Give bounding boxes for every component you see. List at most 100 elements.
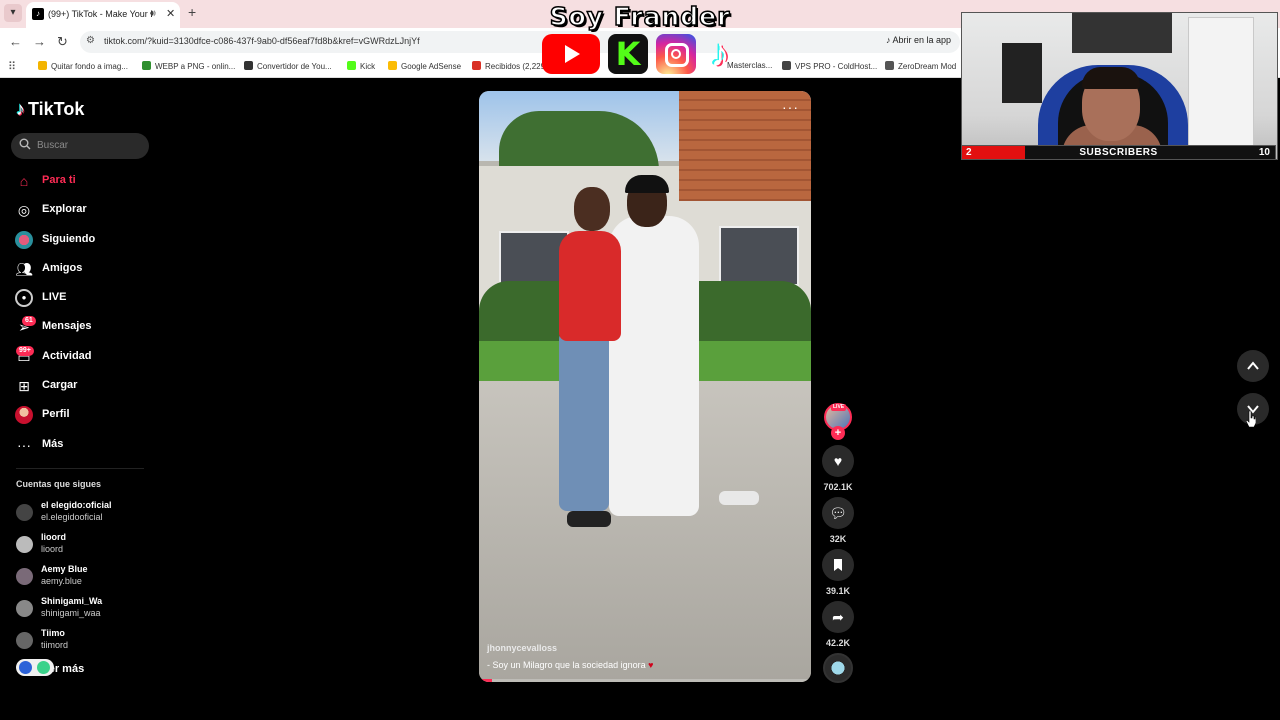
- followed-account[interactable]: Tiimo tiimord: [16, 628, 156, 654]
- followed-account[interactable]: el elegido:oficial el.elegidooficial: [16, 500, 156, 526]
- bookmark-item[interactable]: WEBP a PNG - onlin...: [142, 61, 235, 71]
- webcam-shelf: [1002, 43, 1042, 103]
- comment-icon[interactable]: 💬︎: [822, 497, 854, 529]
- comment-count: 32K: [829, 534, 847, 544]
- share-icon[interactable]: ➦: [822, 601, 854, 633]
- tab-close-icon[interactable]: ✕: [166, 7, 175, 20]
- nav-label: Mensajes: [42, 320, 92, 332]
- bookmark-label: Quitar fondo a imag...: [51, 62, 128, 71]
- friends-icon: 👥︎: [15, 261, 33, 277]
- webcam-shelf: [1072, 13, 1172, 53]
- bookmark-icon[interactable]: [822, 549, 854, 581]
- bookmark-item[interactable]: VPS PRO - ColdHost...: [782, 61, 877, 71]
- apps-grid-icon[interactable]: ⠿: [8, 60, 16, 73]
- nav-item-explorar[interactable]: ◎ Explorar: [14, 199, 154, 221]
- followed-account[interactable]: lioord lioord: [16, 532, 156, 558]
- browser-tab-tiktok[interactable]: ♪ (99+) TikTok - Make Your Day 🔊︎ ✕: [26, 2, 180, 28]
- video-caption: - Soy un Milagro que la sociedad ignora …: [487, 660, 653, 670]
- nav-item-mas[interactable]: ··· Más: [14, 434, 154, 456]
- more-options-icon[interactable]: ···: [782, 99, 799, 115]
- url-text: tiktok.com/?kuid=3130dfce-c086-437f-9ab0…: [104, 36, 420, 46]
- follow-plus-button[interactable]: +: [831, 426, 845, 440]
- extension-pill-icon[interactable]: [16, 659, 54, 676]
- video-author[interactable]: jhonnycevalloss: [487, 643, 557, 653]
- see-more-link[interactable]: Ver más: [16, 659, 116, 677]
- new-tab-button[interactable]: +: [188, 4, 196, 20]
- open-in-app-button[interactable]: ♪ Abrir en la app: [886, 35, 951, 45]
- video-window: [719, 226, 799, 286]
- account-handle: shinigami_waa: [41, 608, 101, 618]
- live-icon: ●: [15, 289, 33, 307]
- nav-label: Amigos: [42, 262, 83, 274]
- subscriber-goal-label: SUBSCRIBERS: [1079, 147, 1158, 158]
- avatar: [16, 632, 33, 649]
- bookmark-item[interactable]: ZeroDream Mod: [885, 61, 956, 71]
- account-name: Tiimo: [41, 628, 65, 638]
- nav-label: Perfil: [42, 408, 70, 420]
- tiktok-favicon-icon: ♪: [32, 8, 44, 20]
- bookmark-label: Convertidor de You...: [257, 62, 332, 71]
- video-caption-text: - Soy un Milagro que la sociedad ignora: [487, 660, 646, 670]
- nav-label: Explorar: [42, 203, 87, 215]
- reload-icon[interactable]: ↻: [57, 34, 68, 50]
- heart-icon[interactable]: ♥: [822, 445, 854, 477]
- nav-label: Para ti: [42, 174, 76, 186]
- tiktok-logo-text: TikTok: [28, 99, 85, 119]
- video-cap: [625, 175, 669, 193]
- video-person-head: [574, 187, 610, 231]
- bookmark-favicon-icon: [885, 61, 894, 70]
- nav-item-perfil[interactable]: Perfil: [14, 404, 154, 426]
- account-handle: aemy.blue: [41, 576, 82, 586]
- account-handle: lioord: [41, 544, 64, 554]
- nav-item-live[interactable]: ● LIVE: [14, 287, 154, 309]
- account-handle: tiimord: [41, 640, 69, 650]
- heart-emoji-icon: ♥: [648, 660, 654, 670]
- tiktok-logo[interactable]: ♪ TikTok: [16, 99, 84, 120]
- webcam-door: [1188, 17, 1254, 147]
- forward-icon[interactable]: →: [33, 34, 46, 49]
- tab-search-button[interactable]: ▾: [4, 4, 22, 22]
- profile-icon: [15, 406, 33, 424]
- nav-label: Cargar: [42, 379, 78, 391]
- bookmark-favicon-icon: [38, 61, 47, 70]
- back-icon[interactable]: ←: [9, 34, 22, 49]
- url-input[interactable]: ⚙ tiktok.com/?kuid=3130dfce-c086-437f-9a…: [80, 31, 960, 53]
- followed-account[interactable]: Aemy Blue aemy.blue: [16, 564, 156, 590]
- nav-item-actividad[interactable]: ▭ 99+ Actividad: [14, 346, 154, 368]
- nav-item-mensajes[interactable]: ➢ 61 Mensajes: [14, 316, 154, 338]
- avatar: [16, 504, 33, 521]
- account-name: Aemy Blue: [41, 564, 88, 574]
- account-name: lioord: [41, 532, 66, 542]
- upload-icon: ⊞: [18, 378, 30, 394]
- bookmark-favicon-icon: [244, 61, 253, 70]
- tiktok-note-icon: ♪: [16, 99, 25, 119]
- bookmark-item[interactable]: Quitar fondo a imag...: [38, 61, 128, 71]
- bookmark-item[interactable]: Recibidos (2,229): [472, 61, 548, 71]
- bookmark-item[interactable]: Kick: [347, 61, 375, 71]
- bookmark-item[interactable]: Convertidor de You...: [244, 61, 332, 71]
- nav-label: Siguiendo: [42, 233, 96, 245]
- previous-video-button[interactable]: [1237, 350, 1269, 382]
- home-icon: ⌂: [19, 173, 29, 189]
- site-info-icon[interactable]: ⚙: [86, 35, 95, 46]
- chevron-up-icon: [1247, 361, 1259, 370]
- webcam-feed: [961, 12, 1278, 160]
- bookmark-label: ZeroDream Mod: [898, 62, 957, 71]
- nav-item-siguiendo[interactable]: Siguiendo: [14, 229, 154, 251]
- music-disc-icon[interactable]: [823, 653, 853, 683]
- video-person-white-outfit: [609, 216, 699, 516]
- video-player[interactable]: ··· jhonnycevalloss - Soy un Milagro que…: [479, 91, 811, 682]
- nav-item-amigos[interactable]: 👥︎ Amigos: [14, 258, 154, 280]
- search-icon: [19, 138, 31, 150]
- video-person-red-shirt: [559, 231, 621, 341]
- nav-item-para-ti[interactable]: ⌂ Para ti: [14, 170, 154, 192]
- video-progress-track[interactable]: [479, 679, 811, 682]
- followed-account[interactable]: Shinigami_Wa shinigami_waa: [16, 596, 156, 622]
- bookmark-item[interactable]: Google AdSense: [388, 61, 461, 71]
- search-input[interactable]: Buscar: [11, 133, 149, 159]
- speaker-icon[interactable]: 🔊︎: [150, 8, 156, 19]
- nav-item-cargar[interactable]: ⊞ Cargar: [14, 375, 154, 397]
- compass-icon: ◎: [17, 202, 31, 218]
- bookmark-favicon-icon: [472, 61, 481, 70]
- share-count: 42.2K: [825, 638, 851, 648]
